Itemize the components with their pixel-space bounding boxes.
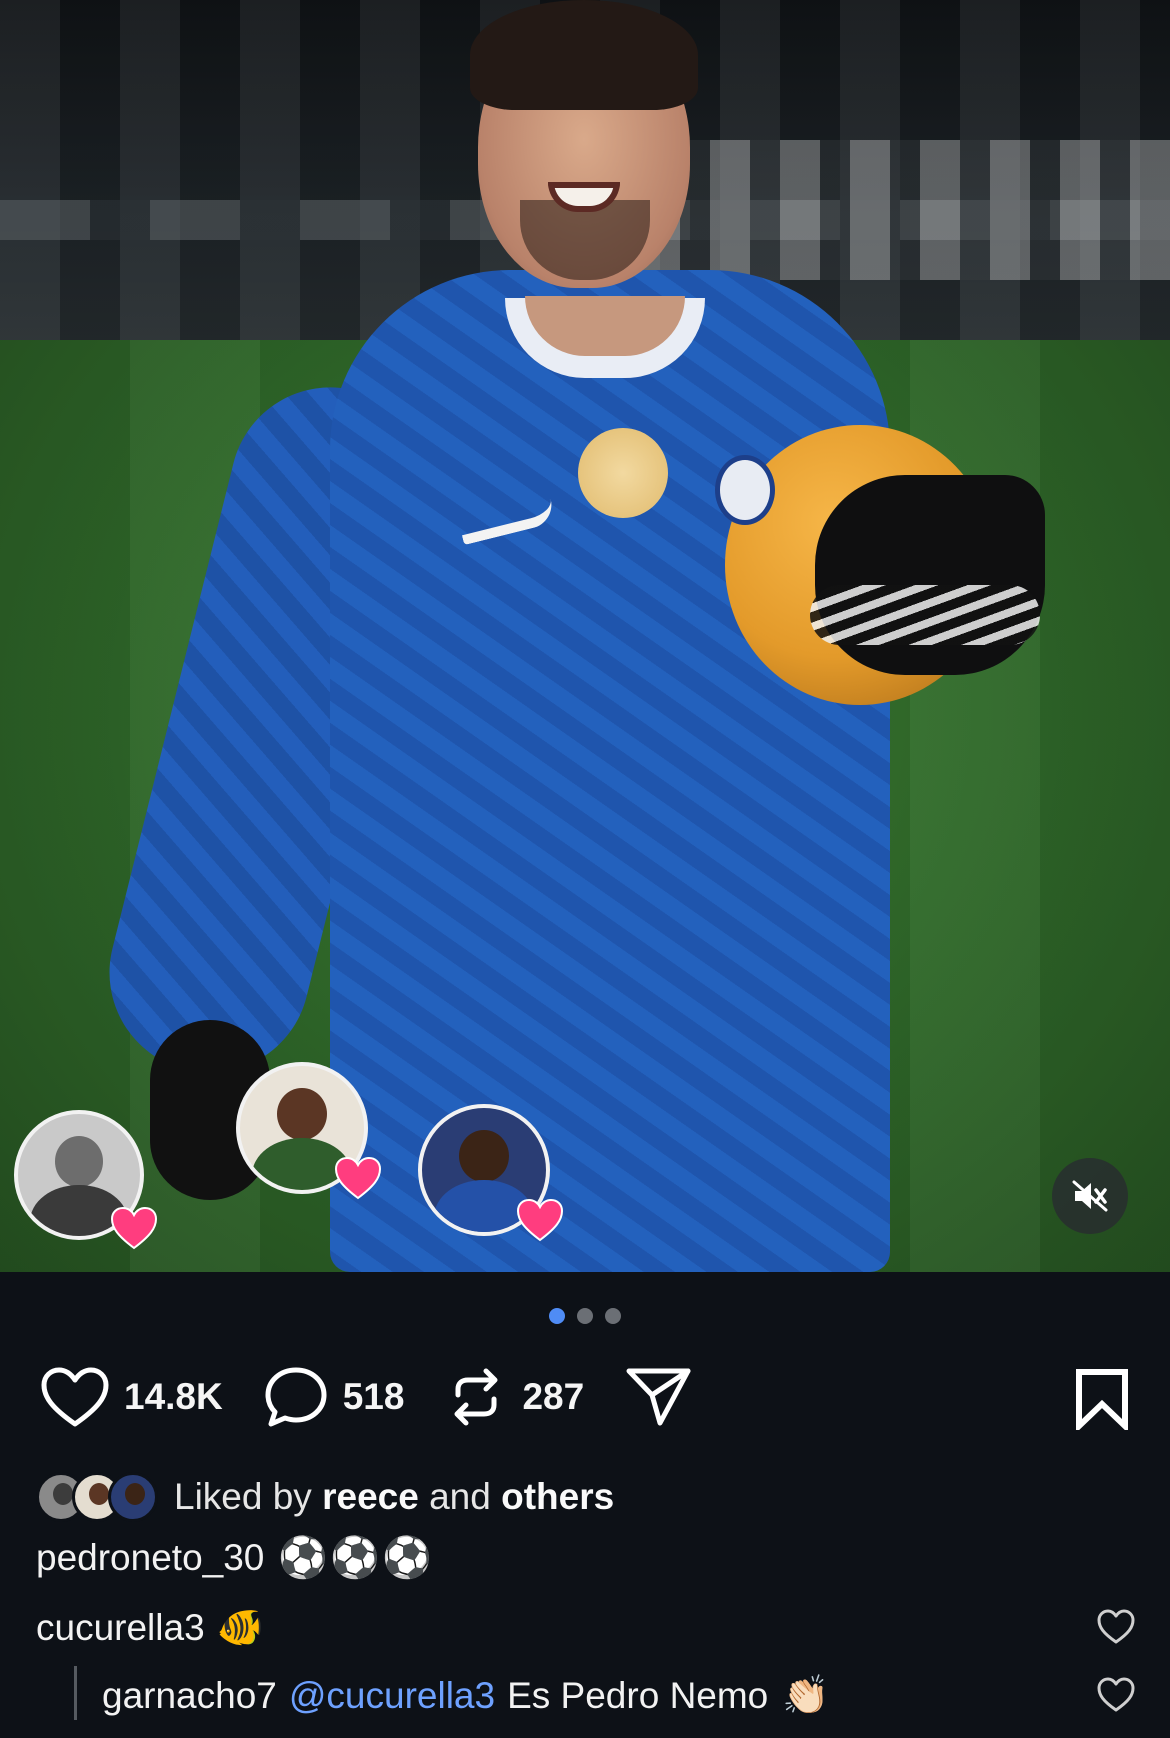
liked-by-others[interactable]: others bbox=[501, 1476, 614, 1518]
comment-button[interactable]: 518 bbox=[263, 1365, 405, 1429]
speaker-muted-icon bbox=[1072, 1180, 1108, 1212]
mute-button[interactable] bbox=[1052, 1158, 1128, 1234]
carousel-dot-1 bbox=[549, 1308, 565, 1324]
share-button[interactable] bbox=[624, 1365, 694, 1429]
reply-mention[interactable]: @cucurella3 bbox=[289, 1675, 495, 1717]
heart-icon bbox=[110, 1206, 158, 1250]
reply-thread-line bbox=[74, 1666, 77, 1720]
liked-by-row[interactable]: Liked by reece and others bbox=[36, 1472, 614, 1522]
repost-arrows-icon bbox=[454, 1368, 498, 1426]
bookmark-icon bbox=[1076, 1369, 1128, 1434]
caption-username[interactable]: pedroneto_30 bbox=[36, 1537, 264, 1579]
club-crest bbox=[715, 455, 775, 525]
like-button[interactable]: 14.8K bbox=[40, 1366, 223, 1428]
reply-text: Es Pedro Nemo bbox=[507, 1675, 769, 1716]
liked-by-middle: and bbox=[429, 1476, 491, 1517]
comment-like-heart-icon[interactable] bbox=[1096, 1608, 1136, 1646]
comment-row: cucurella3 🐠 bbox=[36, 1606, 264, 1650]
player-right-glove bbox=[815, 475, 1045, 675]
comment-count: 518 bbox=[342, 1376, 405, 1417]
save-button[interactable] bbox=[1074, 1368, 1130, 1435]
liked-by-avatars bbox=[36, 1472, 158, 1522]
repost-button[interactable]: 287 bbox=[444, 1365, 584, 1429]
heart-icon bbox=[334, 1156, 382, 1200]
caption-emoji: ⚽⚽⚽ bbox=[278, 1536, 434, 1580]
liked-by-prefix: Liked by bbox=[174, 1476, 312, 1517]
player-hair bbox=[470, 0, 698, 110]
speech-bubble-icon bbox=[265, 1367, 327, 1427]
heart-icon bbox=[516, 1198, 564, 1242]
carousel-dot-3 bbox=[605, 1308, 621, 1324]
repost-count: 287 bbox=[522, 1376, 585, 1417]
reply-like-heart-icon[interactable] bbox=[1096, 1676, 1136, 1714]
heart-outline-icon bbox=[41, 1367, 109, 1427]
comment-username[interactable]: cucurella3 bbox=[36, 1607, 205, 1649]
reply-emoji: 👏🏻 bbox=[782, 1675, 830, 1717]
comment-emoji: 🐠 bbox=[216, 1607, 264, 1649]
post-caption: pedroneto_30 ⚽⚽⚽ bbox=[36, 1534, 434, 1581]
carousel-dot-2 bbox=[577, 1308, 593, 1324]
player-jersey bbox=[330, 270, 890, 1272]
reply-username[interactable]: garnacho7 bbox=[102, 1675, 277, 1717]
world-champions-badge bbox=[578, 428, 668, 518]
glove-pattern bbox=[810, 585, 1040, 645]
liked-by-user[interactable]: reece bbox=[322, 1476, 419, 1518]
carousel-indicator bbox=[0, 1308, 1170, 1324]
post-action-bar: 14.8K 518 287 bbox=[40, 1362, 1130, 1435]
like-count: 14.8K bbox=[124, 1376, 223, 1417]
stand-seats-right bbox=[640, 140, 1170, 280]
reply-row: garnacho7 @cucurella3 Es Pedro Nemo 👏🏻 bbox=[102, 1674, 830, 1718]
post-photo[interactable] bbox=[0, 0, 1170, 1272]
paper-plane-icon bbox=[626, 1368, 691, 1426]
avatar bbox=[108, 1472, 158, 1522]
